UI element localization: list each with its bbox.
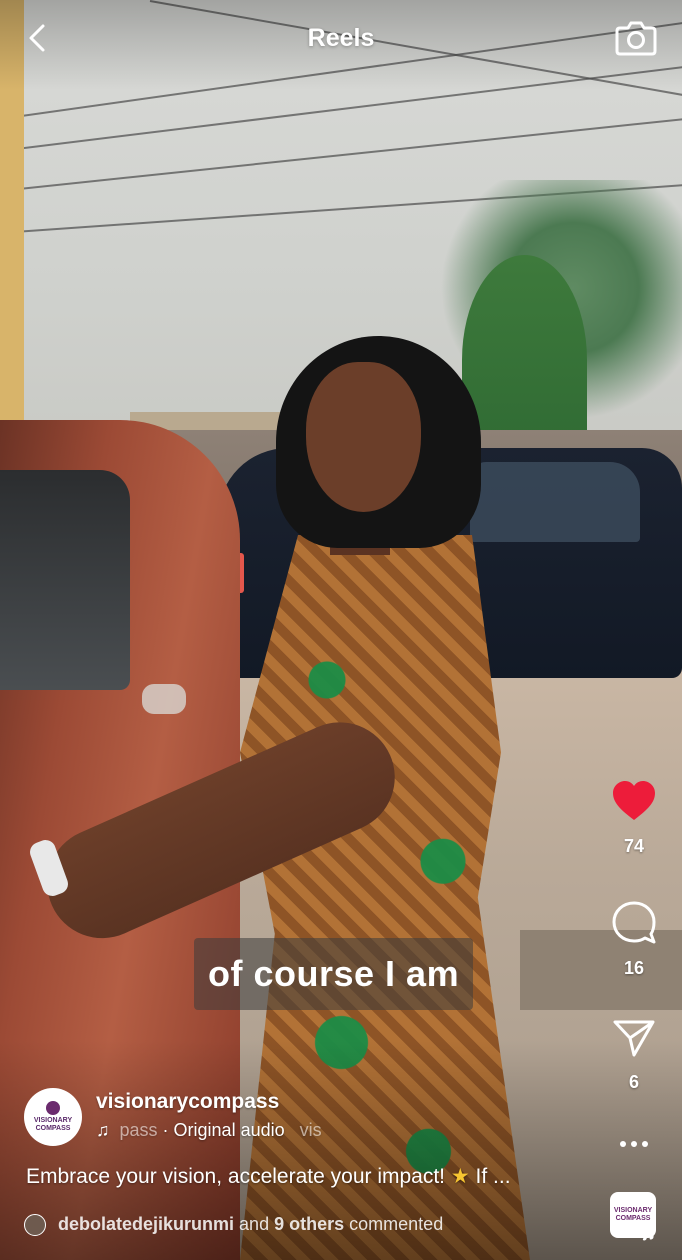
star-emoji-icon: ★ xyxy=(450,1165,470,1188)
door-handle xyxy=(142,684,186,714)
comments-and: and xyxy=(239,1214,270,1234)
audio-scroll-suffix: vis xyxy=(299,1120,322,1140)
like-action: 74 xyxy=(596,780,672,857)
username[interactable]: visionarycompass xyxy=(96,1090,279,1114)
commenter-others[interactable]: 9 others xyxy=(274,1214,344,1234)
heart-icon[interactable] xyxy=(611,780,657,822)
compass-logo-icon xyxy=(46,1101,60,1115)
music-note-icon: ♫ xyxy=(640,1220,657,1245)
comments-summary-text: debolatedejikurunmi and 9 others comment… xyxy=(58,1214,443,1235)
reel-video[interactable] xyxy=(0,0,682,1260)
face xyxy=(306,362,421,512)
audio-scroll-prefix: pass xyxy=(119,1120,158,1140)
comment-action: 16 xyxy=(596,900,672,979)
paper-plane-icon[interactable] xyxy=(612,1018,656,1058)
comment-bubble-icon[interactable] xyxy=(611,900,657,944)
share-count: 6 xyxy=(628,1072,639,1092)
post-author: VISIONARY COMPASS visionarycompass ♫ pass… xyxy=(24,1086,584,1146)
like-count: 74 xyxy=(623,836,645,856)
ellipsis-icon xyxy=(620,1141,648,1147)
avatar-label: VISIONARY COMPASS xyxy=(33,1117,73,1132)
commenter-avatar xyxy=(24,1214,46,1236)
camera-icon xyxy=(615,21,657,56)
share-action: 6 xyxy=(596,1018,672,1093)
video-subtitle: of course I am xyxy=(194,938,474,1010)
audio-label: · Original audio xyxy=(162,1120,285,1140)
page-title: Reels xyxy=(307,24,375,52)
audio-link[interactable]: ♫ pass · Original audio vis xyxy=(96,1120,322,1141)
music-note-icon: ♫ xyxy=(96,1120,110,1140)
commenter-name[interactable]: debolatedejikurunmi xyxy=(58,1214,234,1234)
camera-button[interactable] xyxy=(614,18,658,58)
comment-count: 16 xyxy=(623,958,645,978)
more-options-button[interactable] xyxy=(612,1132,656,1156)
comments-summary[interactable]: debolatedejikurunmi and 9 others comment… xyxy=(24,1212,584,1240)
comments-suffix: commented xyxy=(349,1214,444,1234)
top-bar: Reels xyxy=(0,0,682,80)
caption-more[interactable]: If ... xyxy=(476,1165,511,1188)
post-caption[interactable]: Embrace your vision, accelerate your imp… xyxy=(26,1164,586,1189)
black-suv-window xyxy=(470,462,640,542)
avatar[interactable]: VISIONARY COMPASS xyxy=(24,1088,82,1146)
caption-text: Embrace your vision, accelerate your imp… xyxy=(26,1165,446,1188)
red-car-window xyxy=(0,470,130,690)
